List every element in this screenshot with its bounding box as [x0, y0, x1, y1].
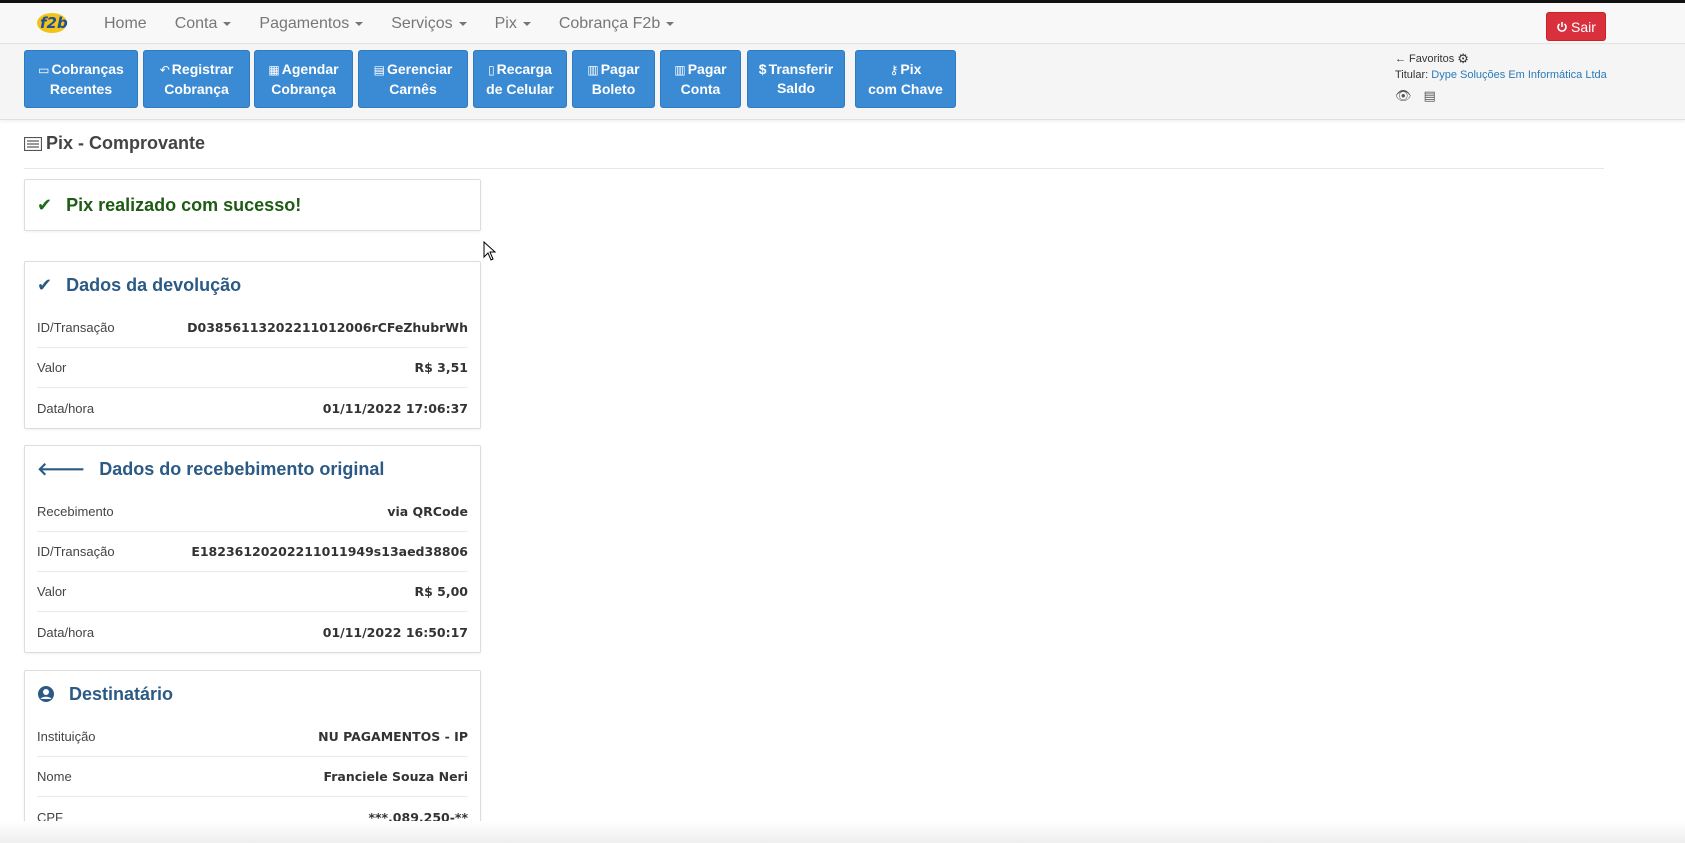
shortcut-toolbar: ▭ Cobranças Recentes ↶ Registrar Cobrança … — [0, 44, 1685, 120]
nav-conta[interactable]: Conta — [161, 3, 246, 44]
inbox-icon: ▭ — [38, 62, 50, 77]
destinatario-panel: Destinatário Instituição NU PAGAMENTOS -… — [24, 670, 481, 838]
f2b-logo[interactable]: f2b — [36, 8, 68, 36]
title-divider — [24, 168, 1604, 169]
recebimento-header: 🡐 Dados do recebebimento original — [37, 458, 385, 479]
key-icon: ⚷ — [889, 62, 899, 77]
caret-down-icon — [223, 21, 232, 26]
mouse-cursor-icon — [483, 241, 497, 261]
arrow-left-icon: ← — [1395, 53, 1406, 65]
titular-name-link[interactable]: Dype Soluções Em Informática Ltda — [1431, 69, 1606, 81]
user-circle-icon — [38, 686, 54, 702]
caret-down-icon — [666, 21, 675, 26]
detail-row: Data/hora 01/11/2022 16:50:17 — [37, 624, 468, 640]
detail-row: Valor R$ 3,51 — [37, 348, 468, 388]
caret-down-icon — [458, 21, 467, 26]
favorites-area: ← Favoritos ⚙ Titular: Dype Soluções Em … — [1395, 51, 1607, 104]
detail-row: Valor R$ 5,00 — [37, 572, 468, 612]
nav-pagamentos[interactable]: Pagamentos — [245, 3, 377, 44]
barcode-icon: ▥ — [587, 62, 599, 77]
detail-row: ID/Transação D03856113202211012006rCFeZh… — [37, 308, 468, 348]
list-icon: ▤ — [373, 62, 385, 77]
power-icon — [1557, 21, 1567, 32]
logout-button[interactable]: Sair — [1546, 12, 1606, 41]
dollar-icon: $ — [758, 61, 767, 77]
detail-row: Recebimento via QRCode — [37, 492, 468, 532]
caret-down-icon — [355, 21, 364, 26]
pagar-boleto-button[interactable]: ▥ Pagar Boleto — [572, 50, 655, 108]
transferir-saldo-button[interactable]: $ Transferir Saldo — [747, 50, 845, 108]
titular-label: Titular: — [1395, 69, 1429, 81]
detail-row: ID/Transação E18236120202211011949s13aed… — [37, 532, 468, 572]
registrar-cobranca-button[interactable]: ↶ Registrar Cobrança — [143, 50, 250, 108]
check-icon: ✔ — [37, 274, 53, 295]
recebimento-panel: 🡐 Dados do recebebimento original Recebi… — [24, 445, 481, 653]
nav-cobranca-f2b[interactable]: Cobrança F2b — [545, 3, 688, 44]
reply-icon: ↶ — [159, 62, 170, 77]
pagar-conta-button[interactable]: ▥ Pagar Conta — [660, 50, 741, 108]
calendar-icon: ▦ — [268, 62, 280, 77]
document-icon[interactable]: ▤ — [1424, 88, 1436, 104]
f2b-logo-icon: f2b — [37, 13, 68, 33]
pix-com-chave-button[interactable]: ⚷ Pix com Chave — [855, 50, 956, 108]
agendar-cobranca-button[interactable]: ▦ Agendar Cobrança — [254, 50, 353, 108]
mobile-icon: ▯ — [488, 62, 495, 77]
detail-row: Nome Franciele Souza Neri — [37, 757, 468, 797]
favorites-link[interactable]: Favoritos — [1409, 53, 1454, 65]
devolucao-panel: ✔ Dados da devolução ID/Transação D03856… — [24, 261, 481, 429]
nav-servicos[interactable]: Serviços — [377, 3, 480, 44]
gerenciar-carnes-button[interactable]: ▤ Gerenciar Carnês — [358, 50, 468, 108]
success-alert: ✔ Pix realizado com sucesso! — [24, 179, 481, 231]
bottom-shadow — [0, 821, 1685, 843]
destinatario-header: Destinatário — [25, 671, 480, 717]
eye-icon[interactable]: 👁 — [1395, 88, 1412, 104]
arrow-left-icon: 🡐 — [37, 458, 86, 479]
page-title: Pix - Comprovante — [24, 133, 205, 154]
svg-text:f2b: f2b — [40, 14, 68, 32]
recarga-celular-button[interactable]: ▯ Recarga de Celular — [473, 50, 567, 108]
top-navbar: f2b Home Conta Pagamentos Serviços Pix C… — [0, 3, 1685, 44]
gear-icon[interactable]: ⚙ — [1457, 51, 1469, 67]
barcode-icon: ▥ — [674, 62, 686, 77]
detail-row: Data/hora 01/11/2022 17:06:37 — [37, 400, 468, 416]
check-icon: ✔ — [37, 194, 53, 215]
nav-pix[interactable]: Pix — [481, 3, 545, 44]
nav-home[interactable]: Home — [90, 3, 161, 44]
detail-row: Instituição NU PAGAMENTOS - IP — [37, 717, 468, 757]
caret-down-icon — [522, 21, 531, 26]
cobrancas-recentes-button[interactable]: ▭ Cobranças Recentes — [24, 50, 138, 108]
list-alt-icon — [24, 136, 42, 151]
devolucao-header: ✔ Dados da devolução — [37, 274, 242, 295]
